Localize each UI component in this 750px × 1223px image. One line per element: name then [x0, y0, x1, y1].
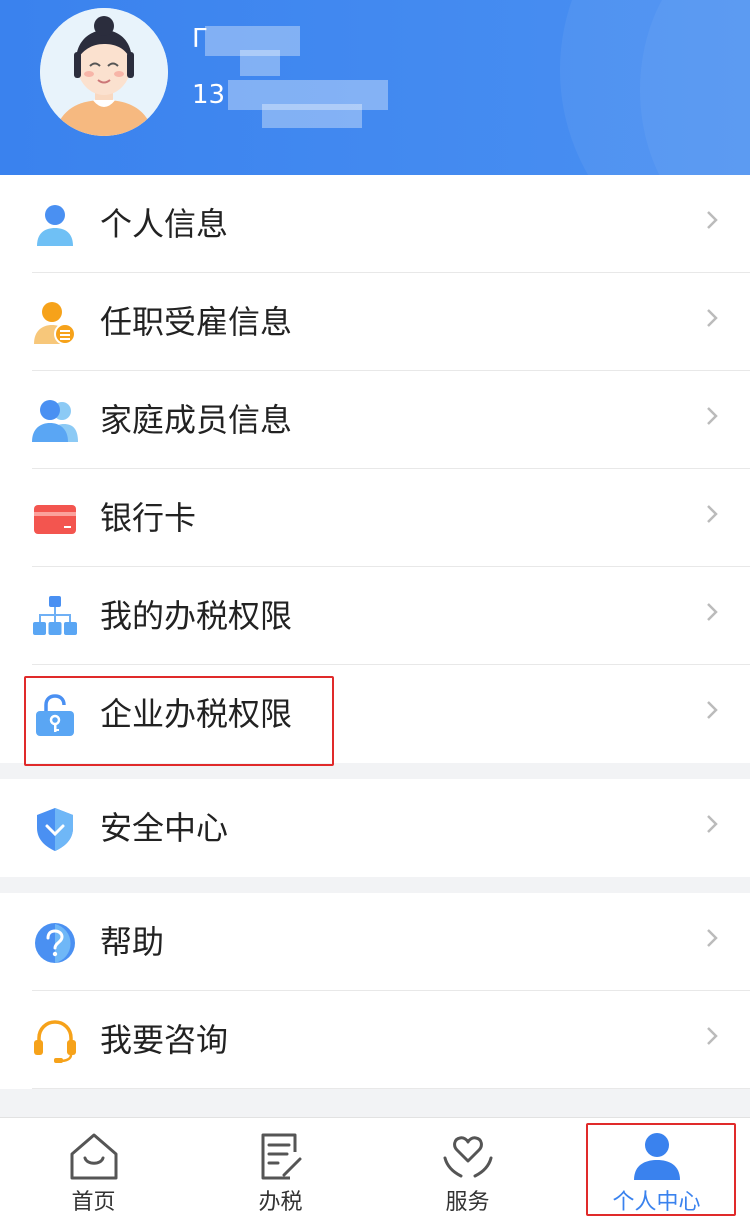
chevron-right-icon — [707, 505, 718, 523]
tab-tax[interactable]: 办税 — [187, 1118, 374, 1223]
chevron-right-icon — [707, 309, 718, 327]
tab-label: 办税 — [258, 1190, 303, 1215]
service-heart-icon — [443, 1136, 493, 1178]
menu-item-bank-card[interactable]: 银行卡 — [0, 469, 750, 567]
bank-card-icon — [34, 505, 76, 534]
chevron-right-icon — [707, 603, 718, 621]
person-icon — [37, 205, 73, 246]
menu-item-family-info[interactable]: 家庭成员信息 — [0, 371, 750, 469]
menu-item-personal-info[interactable]: 个人信息 — [0, 175, 750, 273]
menu-item-my-tax-permissions[interactable]: 我的办税权限 — [0, 567, 750, 665]
avatar-image — [40, 8, 168, 136]
menu-group-personal: 个人信息 任职受雇信息 家庭成员信息 银行卡 我的办税权限 企业办税权限 — [0, 175, 750, 763]
home-icon — [70, 1133, 118, 1180]
chevron-right-icon — [707, 815, 718, 833]
divider — [32, 1088, 750, 1089]
menu-item-label: 我的办税权限 — [100, 597, 293, 635]
profile-header: Γ 13 — [0, 0, 750, 175]
chevron-right-icon — [707, 701, 718, 719]
menu-item-help[interactable]: 帮助 — [0, 893, 750, 991]
redaction-mask — [262, 104, 362, 128]
menu-item-label: 帮助 — [100, 923, 165, 961]
tab-label: 服务 — [445, 1190, 490, 1215]
menu-group-security: 安全中心 — [0, 779, 750, 877]
shield-icon — [37, 808, 73, 851]
tax-form-icon — [261, 1133, 302, 1180]
menu-item-label: 我要咨询 — [100, 1021, 229, 1059]
menu-item-consult[interactable]: 我要咨询 — [0, 991, 750, 1089]
org-chart-icon — [33, 596, 77, 635]
headset-icon — [34, 1020, 76, 1063]
highlight-box — [586, 1123, 736, 1216]
highlight-box — [24, 676, 334, 766]
chevron-right-icon — [707, 211, 718, 229]
user-phone: 13 — [192, 80, 226, 110]
menu-item-label: 安全中心 — [100, 809, 229, 847]
family-icon — [32, 400, 78, 442]
employment-icon — [34, 302, 76, 345]
redaction-mask — [240, 50, 280, 76]
help-icon — [35, 923, 75, 963]
chevron-right-icon — [707, 407, 718, 425]
menu-item-label: 任职受雇信息 — [100, 303, 293, 341]
menu-item-label: 个人信息 — [100, 205, 229, 243]
menu-item-label: 银行卡 — [100, 499, 197, 537]
menu-item-employment-info[interactable]: 任职受雇信息 — [0, 273, 750, 371]
header-decoration — [640, 0, 750, 175]
chevron-right-icon — [707, 1027, 718, 1045]
tab-service[interactable]: 服务 — [374, 1118, 561, 1223]
menu-item-security-center[interactable]: 安全中心 — [0, 779, 750, 877]
menu-item-label: 家庭成员信息 — [100, 401, 293, 439]
menu-group-support: 帮助 我要咨询 — [0, 893, 750, 1089]
tab-label: 首页 — [71, 1190, 116, 1215]
avatar[interactable] — [40, 8, 168, 136]
tab-home[interactable]: 首页 — [0, 1118, 187, 1223]
chevron-right-icon — [707, 929, 718, 947]
